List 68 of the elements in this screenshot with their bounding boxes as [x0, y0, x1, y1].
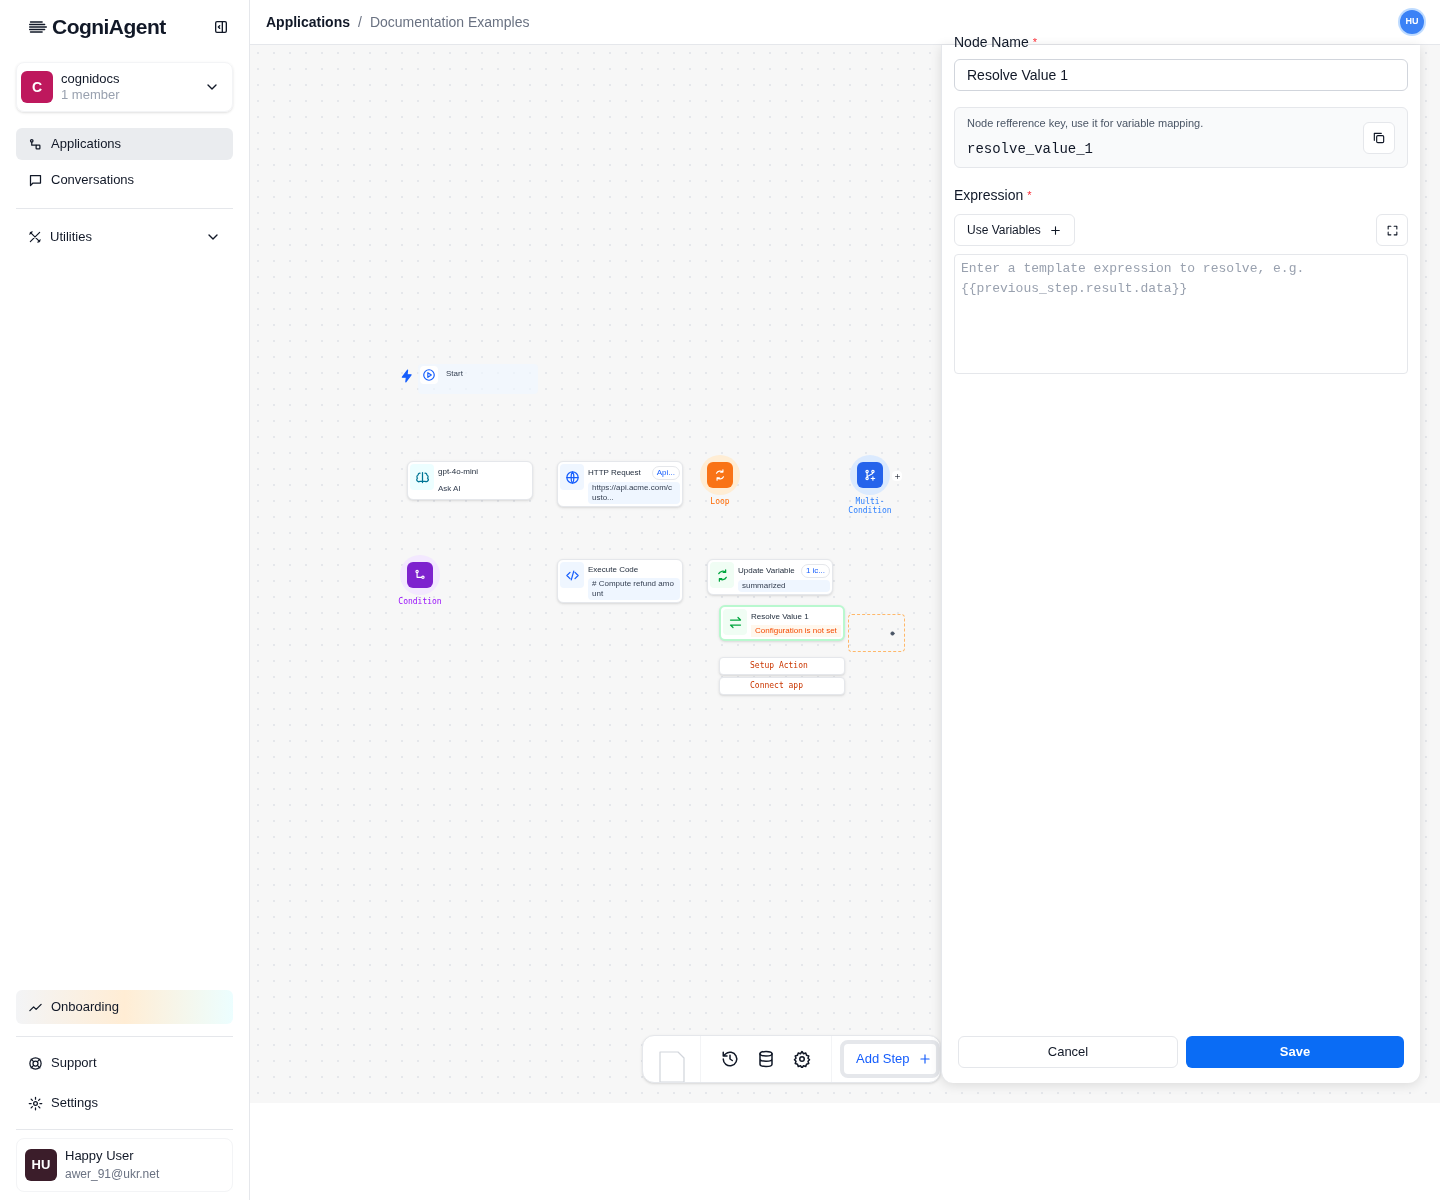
chat-icon: [28, 172, 43, 188]
reference-key: resolve_value_1: [967, 139, 1204, 161]
workflow-node[interactable]: Update Variable 1 ic... summarized: [707, 559, 833, 595]
user-name: Happy User: [65, 1147, 135, 1165]
workflow-node[interactable]: [850, 455, 890, 495]
breadcrumb-link[interactable]: Applications: [266, 11, 350, 33]
breadcrumb-separator: /: [358, 12, 362, 32]
nav-item[interactable]: Applications: [16, 128, 233, 160]
breadcrumb-current: Documentation Examples: [369, 12, 530, 32]
database-icon[interactable]: [757, 1050, 775, 1068]
plus-icon: [917, 1052, 932, 1066]
onboarding-item[interactable]: Onboarding: [16, 990, 233, 1024]
refresh-icon: [713, 468, 727, 482]
node-label: Condition: [397, 597, 443, 606]
nav-item[interactable]: Settings: [16, 1085, 233, 1121]
workflow-node[interactable]: HTTP Request Api... https://api.acme.com/custo...: [557, 461, 683, 507]
member-count: 1 member: [61, 87, 121, 103]
swap-icon: [727, 614, 743, 630]
workspace-switcher[interactable]: C cognidocs 1 member: [16, 62, 233, 112]
user-avatar[interactable]: HU: [1400, 10, 1424, 34]
cancel-button[interactable]: Cancel: [958, 1036, 1178, 1068]
add-step-button[interactable]: Add Step: [840, 1040, 940, 1078]
workspace-avatar: C: [21, 71, 53, 103]
workflow-node[interactable]: Execute Code # Compute refund amount: [557, 559, 683, 603]
node-label: Loop: [709, 497, 731, 506]
use-variables-button[interactable]: Use Variables: [954, 214, 1075, 246]
user-email: awer_91@ukr.net: [65, 1166, 160, 1183]
expand-button[interactable]: [1376, 214, 1408, 246]
name-input[interactable]: Resolve Value 1: [954, 59, 1408, 91]
plus-icon: [1048, 223, 1062, 237]
branch-icon: [413, 568, 427, 582]
workflow-node[interactable]: [400, 555, 440, 595]
nav-item[interactable]: Conversations: [16, 164, 233, 196]
start-node[interactable]: Start: [418, 364, 538, 394]
nav-item[interactable]: Support: [16, 1045, 233, 1081]
branch-icon: [863, 468, 877, 482]
plus-icon: [893, 472, 901, 480]
support-icon: [28, 1055, 43, 1071]
expression-input[interactable]: Enter a template expression to resolve, e.g. {{previous_step.result.data}}: [954, 254, 1408, 374]
utilities-item[interactable]: Utilities: [16, 221, 233, 253]
required-mark: *: [1032, 37, 1037, 50]
logo-text: CogniAgent: [52, 14, 166, 41]
history-icon[interactable]: [721, 1050, 739, 1068]
workflow-node[interactable]: gpt-4o-mini Ask AI: [407, 461, 533, 500]
globe-icon: [564, 469, 580, 485]
field-label: Expression: [954, 187, 1024, 203]
workflow-node[interactable]: [700, 455, 740, 495]
user-card[interactable]: HU Happy User awer_91@ukr.net: [16, 1138, 233, 1192]
workflow-node[interactable]: Resolve Value 1 Configuration is not set: [719, 605, 845, 641]
user-avatar: HU: [25, 1149, 57, 1181]
brain-icon: [414, 469, 430, 485]
workspace-name: cognidocs: [61, 71, 121, 87]
hint-text: Node refference key, use it for variable mapping.: [967, 115, 1204, 131]
workflow-node[interactable]: Connect app: [719, 677, 845, 695]
required-mark: *: [1027, 188, 1032, 203]
field-label: Node Name: [954, 37, 1029, 50]
add-branch-button[interactable]: [892, 471, 902, 481]
node-label: Multi-Condition: [847, 497, 893, 515]
collapse-sidebar-icon[interactable]: [213, 19, 229, 35]
apps-icon: [28, 136, 43, 152]
tools-icon: [28, 230, 42, 244]
play-icon: [422, 368, 436, 382]
save-button[interactable]: Save: [1186, 1036, 1404, 1068]
workflow-node[interactable]: Setup Action: [719, 657, 845, 675]
expand-icon: [1385, 223, 1399, 237]
lightning-icon: [400, 368, 414, 384]
copy-button[interactable]: [1363, 121, 1395, 154]
copy-icon: [1372, 130, 1386, 145]
